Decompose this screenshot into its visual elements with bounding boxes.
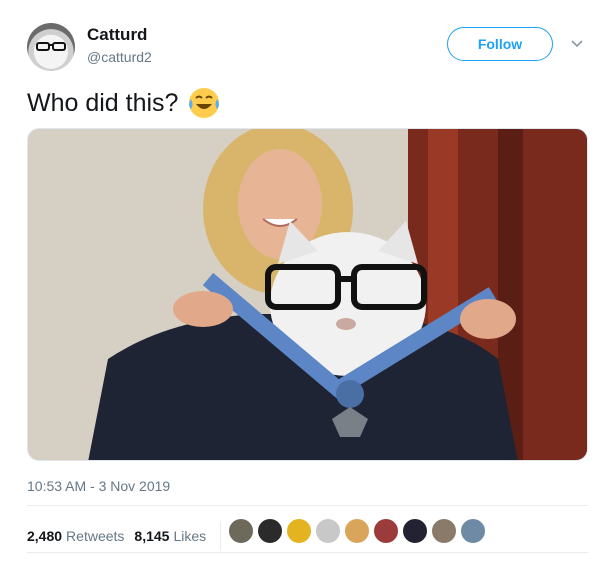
retweets-stat[interactable]: 2,480 Retweets — [27, 528, 124, 544]
tweet-stats: 2,480 Retweets 8,145 Likes — [27, 521, 233, 551]
liker-avatar[interactable] — [460, 518, 486, 544]
tweet-photo[interactable] — [27, 128, 588, 461]
liker-avatar[interactable] — [373, 518, 399, 544]
liker-avatar[interactable] — [402, 518, 428, 544]
likes-stat[interactable]: 8,145 Likes — [134, 528, 206, 544]
face-with-tears-of-joy-icon — [189, 88, 220, 118]
tweet-text-body: Who did this? — [27, 88, 179, 117]
stats-separator — [220, 521, 222, 551]
tweet-timestamp[interactable]: 10:53 AM - 3 Nov 2019 — [27, 478, 170, 494]
likes-count: 8,145 — [134, 528, 170, 544]
liker-avatars — [228, 518, 489, 544]
liker-avatar[interactable] — [315, 518, 341, 544]
chevron-down-icon[interactable] — [570, 37, 584, 51]
retweets-label: Retweets — [66, 528, 125, 544]
liker-avatar[interactable] — [257, 518, 283, 544]
tweet-card: Catturd @catturd2 Follow Who did this? 1… — [0, 0, 615, 562]
retweets-count: 2,480 — [27, 528, 63, 544]
liker-avatar[interactable] — [228, 518, 254, 544]
author-name[interactable]: Catturd — [87, 25, 147, 45]
liker-avatar[interactable] — [431, 518, 457, 544]
liker-avatar[interactable] — [344, 518, 370, 544]
divider — [27, 505, 588, 506]
follow-button[interactable]: Follow — [447, 27, 553, 61]
author-avatar[interactable] — [27, 23, 75, 71]
photo-illustration — [28, 129, 587, 460]
likes-label: Likes — [173, 528, 207, 544]
divider — [27, 552, 588, 553]
author-handle[interactable]: @catturd2 — [87, 49, 152, 65]
liker-avatar[interactable] — [286, 518, 312, 544]
tweet-text: Who did this? — [27, 86, 221, 120]
glasses-icon — [36, 42, 66, 51]
